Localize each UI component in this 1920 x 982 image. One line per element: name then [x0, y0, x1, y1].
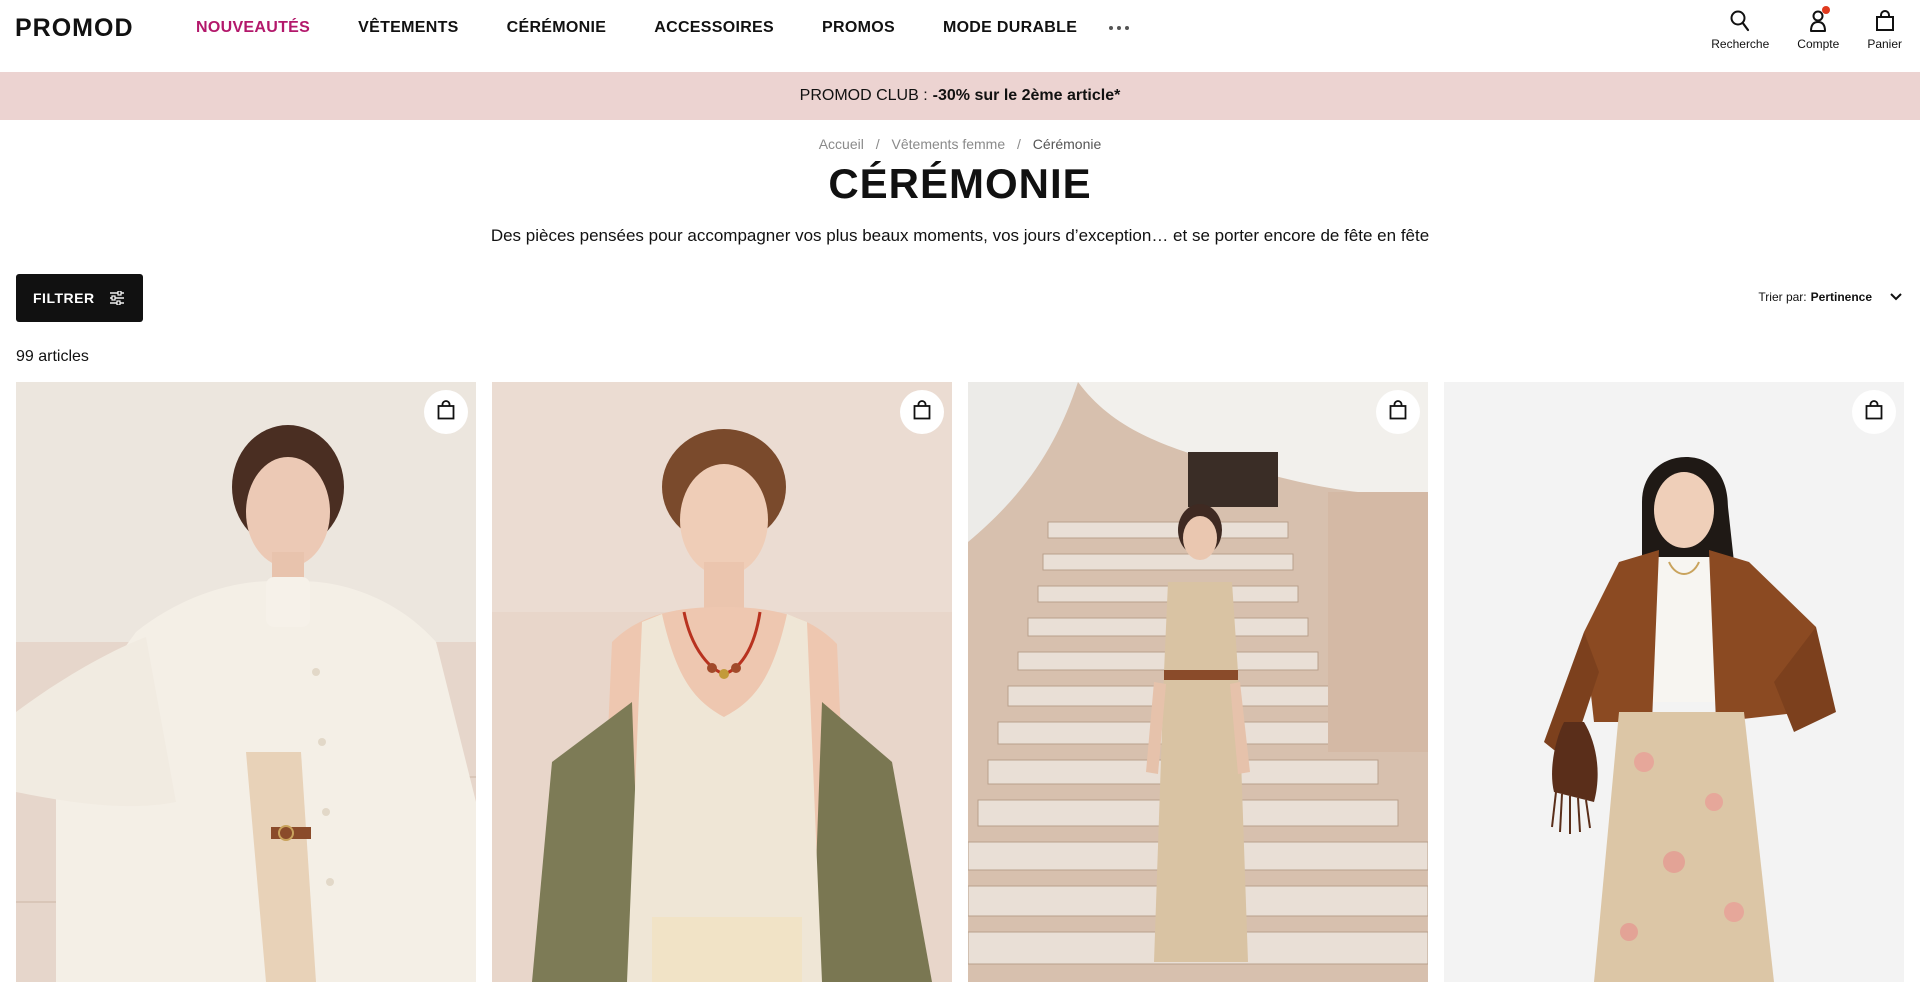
- breadcrumb-separator: /: [875, 136, 880, 152]
- product-image: [1444, 382, 1904, 982]
- account-button[interactable]: Compte: [1797, 6, 1840, 51]
- account-label: Compte: [1797, 37, 1840, 51]
- shopping-bag-icon: [1389, 399, 1407, 425]
- shopping-bag-icon: [1865, 399, 1883, 425]
- sort-dropdown[interactable]: Trier par: Pertinence: [1758, 290, 1902, 304]
- product-card[interactable]: [492, 382, 952, 982]
- site-header: PROMOD NOUVEAUTÉS VÊTEMENTS CÉRÉMONIE AC…: [0, 0, 1920, 72]
- main-nav: NOUVEAUTÉS VÊTEMENTS CÉRÉMONIE ACCESSOIR…: [196, 18, 1130, 38]
- promo-banner[interactable]: PROMOD CLUB : -30% sur le 2ème article*: [0, 72, 1920, 120]
- more-icon[interactable]: [1109, 26, 1130, 30]
- account-icon: [1805, 6, 1831, 34]
- search-label: Recherche: [1711, 37, 1770, 51]
- nav-item-nouveautes[interactable]: NOUVEAUTÉS: [196, 19, 310, 37]
- brand-logo[interactable]: PROMOD: [15, 14, 134, 43]
- header-actions: Recherche Compte Panier: [1711, 6, 1902, 51]
- shopping-bag-icon: [913, 399, 931, 425]
- add-to-cart-button[interactable]: [1376, 390, 1420, 434]
- breadcrumb: Accueil / Vêtements femme / Cérémonie: [0, 136, 1920, 152]
- product-image: [492, 382, 952, 982]
- shopping-bag-icon: [1872, 8, 1898, 34]
- nav-item-accessoires[interactable]: ACCESSOIRES: [654, 19, 774, 37]
- breadcrumb-separator: /: [1017, 136, 1021, 152]
- sort-prefix: Trier par:: [1758, 290, 1807, 304]
- filter-sliders-icon: [109, 291, 125, 305]
- cart-label: Panier: [1867, 37, 1902, 51]
- page-description: Des pièces pensées pour accompagner vos …: [490, 226, 1430, 245]
- filter-button[interactable]: FILTRER: [16, 274, 143, 322]
- search-button[interactable]: Recherche: [1711, 8, 1769, 51]
- promo-highlight: -30% sur le 2ème article*: [932, 87, 1121, 104]
- breadcrumb-home[interactable]: Accueil: [819, 136, 864, 152]
- page-title: CÉRÉMONIE: [828, 160, 1092, 207]
- notification-dot: [1822, 6, 1831, 14]
- product-card[interactable]: [968, 382, 1428, 982]
- nav-item-promos[interactable]: PROMOS: [822, 19, 895, 37]
- nav-item-mode-durable[interactable]: MODE DURABLE: [943, 19, 1077, 37]
- product-card[interactable]: [16, 382, 476, 982]
- add-to-cart-button[interactable]: [900, 390, 944, 434]
- filter-label: FILTRER: [33, 290, 95, 306]
- breadcrumb-vetements-femme[interactable]: Vêtements femme: [892, 136, 1006, 152]
- product-card[interactable]: [1444, 382, 1904, 982]
- breadcrumb-current: Cérémonie: [1032, 136, 1102, 152]
- article-count: 99 articles: [16, 348, 89, 365]
- add-to-cart-button[interactable]: [1852, 390, 1896, 434]
- search-icon: [1727, 8, 1753, 34]
- sort-value: Pertinence: [1810, 290, 1872, 304]
- nav-item-vetements[interactable]: VÊTEMENTS: [358, 19, 459, 37]
- shopping-bag-icon: [437, 399, 455, 425]
- product-image: [16, 382, 476, 982]
- cart-button[interactable]: Panier: [1867, 8, 1902, 51]
- add-to-cart-button[interactable]: [424, 390, 468, 434]
- chevron-down-icon: [1890, 293, 1902, 301]
- nav-item-ceremonie[interactable]: CÉRÉMONIE: [507, 19, 607, 37]
- product-image: [968, 382, 1428, 982]
- product-grid: [16, 382, 1904, 982]
- promo-prefix: PROMOD CLUB :: [799, 87, 928, 104]
